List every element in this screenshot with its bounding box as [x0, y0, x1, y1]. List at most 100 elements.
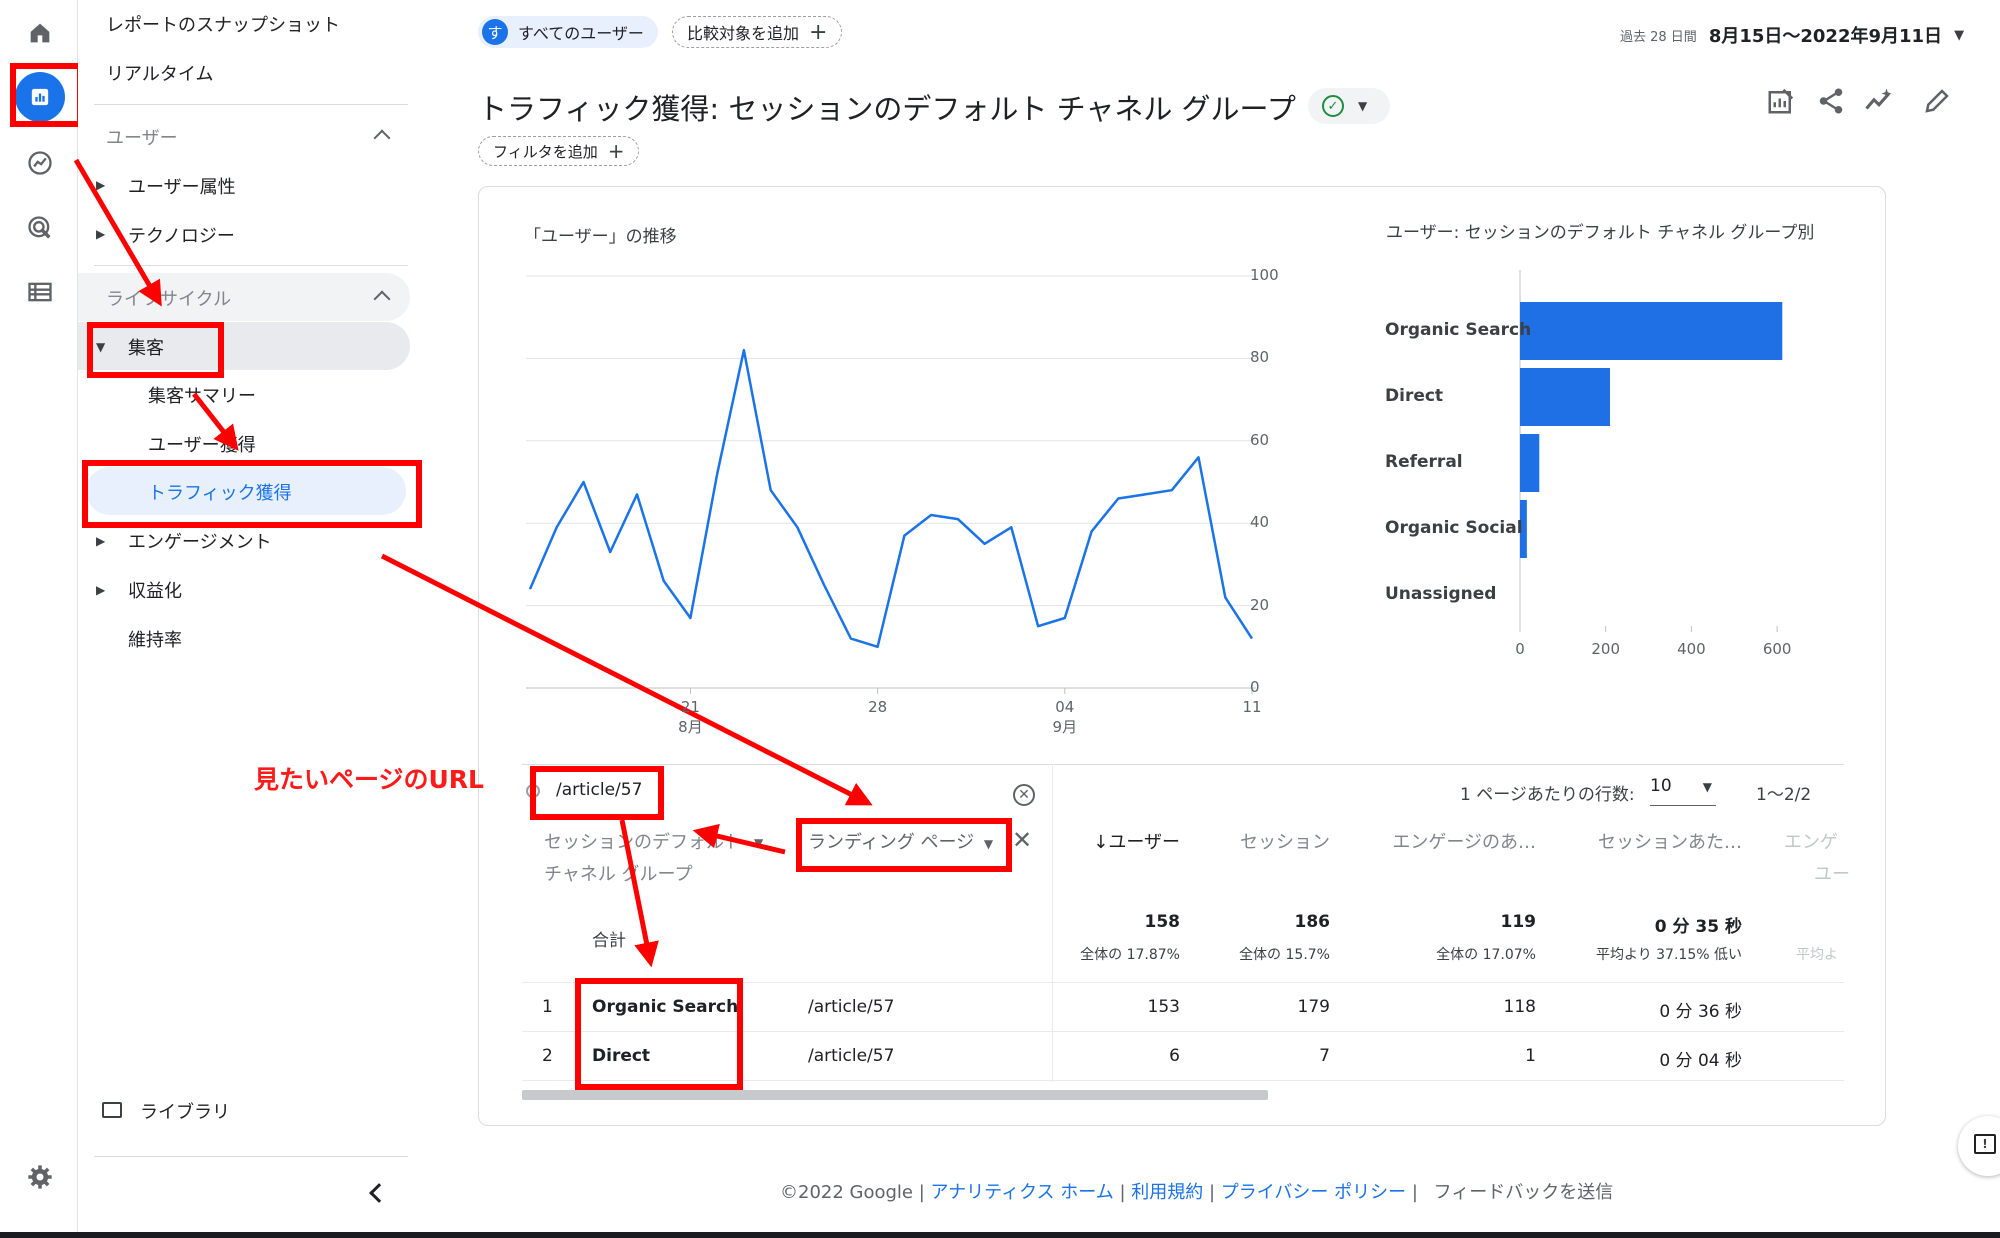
row-users: 6	[1169, 1046, 1180, 1066]
total-per-session: 0 分 35 秒	[1654, 917, 1742, 937]
annotation-box-landing-page	[796, 818, 1012, 872]
sidebar-item-user-acquisition[interactable]: ユーザー獲得	[148, 431, 256, 457]
bar-chart-title: ユーザー: セッションのデフォルト チャネル グループ別	[1386, 223, 1815, 243]
feedback-fab[interactable]: !	[1958, 1116, 2000, 1176]
plus-icon: +	[607, 139, 625, 163]
home-icon[interactable]	[15, 8, 65, 58]
row-sessions: 179	[1297, 997, 1330, 1017]
remove-dimension-icon[interactable]: ✕	[1012, 826, 1032, 854]
sidebar-divider	[94, 104, 408, 105]
insights-icon[interactable]	[1864, 86, 1894, 116]
sidebar-section-lifecycle[interactable]: ライフサイクル	[106, 285, 231, 311]
sidebar-section-user[interactable]: ユーザー	[106, 124, 178, 150]
annotation-box-acquisition	[87, 322, 224, 378]
left-nav-rail	[0, 0, 78, 1232]
analytics-app: レポートのスナップショット リアルタイム ユーザー ▶ ユーザー属性 ▶ テクノ…	[0, 0, 2000, 1232]
bar[interactable]	[1520, 302, 1783, 360]
sidebar-item-snapshot[interactable]: レポートのスナップショット	[106, 11, 340, 37]
advertising-icon[interactable]	[15, 203, 65, 253]
caret-right-icon[interactable]: ▶	[96, 534, 105, 548]
sidebar-item-user-attributes[interactable]: ユーザー属性	[128, 173, 236, 199]
column-header-sessions[interactable]: セッション	[1230, 828, 1330, 854]
footer-link-privacy[interactable]: プライバシー ポリシー	[1221, 1182, 1406, 1203]
caret-right-icon[interactable]: ▶	[96, 178, 105, 192]
x-tick-sublabel: 9月	[1052, 718, 1078, 736]
dimension1-header[interactable]: セッションのデフォルト チャネル グループ	[544, 828, 742, 886]
share-icon[interactable]	[1816, 86, 1846, 116]
row-landing-page: /article/57	[808, 1046, 895, 1066]
row-engaged: 118	[1503, 997, 1536, 1017]
sidebar-divider	[94, 265, 408, 266]
dropdown-arrow-icon[interactable]: ▼	[754, 836, 763, 850]
total-cut-value: 平均よ	[1796, 947, 1838, 963]
footer-link-analytics-home[interactable]: アナリティクス ホーム	[931, 1182, 1114, 1203]
collapse-chevron-icon[interactable]	[369, 1183, 389, 1203]
total-engaged-share: 全体の 17.07%	[1436, 947, 1536, 963]
customize-report-icon[interactable]	[1766, 86, 1796, 116]
column-header-cut-line1: エンゲ	[1784, 832, 1838, 853]
sidebar-item-retention[interactable]: 維持率	[128, 626, 182, 652]
add-filter-label: フィルタを追加	[493, 142, 598, 161]
caret-right-icon[interactable]: ▶	[96, 227, 105, 241]
bar-x-tick-label: 400	[1677, 640, 1706, 658]
row-landing-page: /article/57	[808, 997, 895, 1017]
row-per-session: 0 分 04 秒	[1659, 1051, 1742, 1071]
total-sessions-share: 全体の 15.7%	[1239, 947, 1330, 963]
add-comparison-button[interactable]: 比較対象を追加 +	[672, 16, 843, 48]
row-number: 1	[542, 997, 553, 1017]
column-header-cut[interactable]: エンゲ ユー	[1784, 828, 1850, 886]
dropdown-arrow-icon: ▼	[1954, 27, 1965, 43]
settings-gear-icon[interactable]	[15, 1152, 65, 1202]
sidebar-item-monetization[interactable]: 収益化	[128, 577, 182, 603]
feedback-icon: !	[1974, 1134, 1996, 1154]
bar-category-label: Organic Search	[1385, 320, 1532, 340]
total-users-share: 全体の 17.87%	[1080, 947, 1180, 963]
sidebar-item-acquisition-summary[interactable]: 集客サマリー	[148, 382, 256, 408]
configure-icon[interactable]	[15, 267, 65, 317]
total-engaged: 119	[1500, 912, 1537, 932]
x-tick-label: 11	[1242, 698, 1262, 716]
footer-link-terms[interactable]: 利用規約	[1131, 1182, 1203, 1203]
edit-pencil-icon[interactable]	[1922, 86, 1952, 116]
clear-search-icon[interactable]: ✕	[1013, 784, 1035, 806]
rows-per-page-select[interactable]: 10 ▼	[1650, 776, 1716, 806]
column-header-users[interactable]: ↓ユーザー	[1090, 828, 1180, 854]
bar-x-tick-label: 200	[1591, 640, 1621, 658]
sidebar-item-library[interactable]: ライブラリ	[140, 1098, 230, 1124]
column-header-engaged-sessions[interactable]: エンゲージのあ…	[1380, 828, 1536, 854]
bar-category-label: Referral	[1385, 452, 1463, 472]
date-range-selector[interactable]: 過去 28 日間 8月15日〜2022年9月11日 ▼	[1620, 22, 1964, 48]
row-users: 153	[1147, 997, 1180, 1017]
column-header-per-session[interactable]: セッションあた…	[1580, 828, 1742, 854]
x-tick-label: 04	[1055, 698, 1075, 716]
dimension1-header-line1: セッションのデフォルト	[544, 832, 742, 853]
title-status-chip[interactable]: ✓ ▼	[1308, 88, 1390, 124]
date-range-prefix: 過去 28 日間	[1620, 29, 1697, 45]
caret-right-icon[interactable]: ▶	[96, 583, 105, 597]
x-tick-label: 28	[868, 698, 888, 716]
bar-category-label: Unassigned	[1385, 584, 1497, 604]
sidebar-item-technology[interactable]: テクノロジー	[128, 222, 235, 248]
explore-icon[interactable]	[15, 138, 65, 188]
bar[interactable]	[1520, 368, 1610, 426]
add-filter-button[interactable]: フィルタを追加 +	[478, 136, 640, 166]
bar-x-tick-label: 0	[1515, 640, 1525, 658]
pagination-label: 1〜2/2	[1756, 785, 1812, 805]
sidebar-item-realtime[interactable]: リアルタイム	[106, 60, 213, 86]
bar-category-label: Direct	[1385, 386, 1444, 406]
sidebar-item-engagement[interactable]: エンゲージメント	[128, 528, 272, 554]
bar[interactable]	[1520, 434, 1540, 492]
horizontal-scrollbar[interactable]	[522, 1090, 1268, 1100]
bar-category-label: Organic Social	[1385, 518, 1523, 538]
dropdown-arrow-icon: ▼	[1702, 780, 1712, 794]
chevron-up-icon[interactable]	[373, 129, 391, 147]
annotation-box-traffic-acquisition	[82, 460, 422, 528]
segment-chip[interactable]: す すべてのユーザー	[478, 16, 658, 48]
series-line	[528, 348, 1254, 649]
add-comparison-label: 比較対象を追加	[687, 24, 800, 43]
footer-copyright: ©2022 Google	[780, 1182, 914, 1203]
footer-feedback[interactable]: フィードバックを送信	[1434, 1182, 1614, 1203]
rows-per-page-label: 1 ページあたりの行数:	[1460, 785, 1635, 805]
totals-label: 合計	[592, 931, 626, 951]
page-title: トラフィック獲得: セッションのデフォルト チャネル グループ	[478, 92, 1296, 126]
